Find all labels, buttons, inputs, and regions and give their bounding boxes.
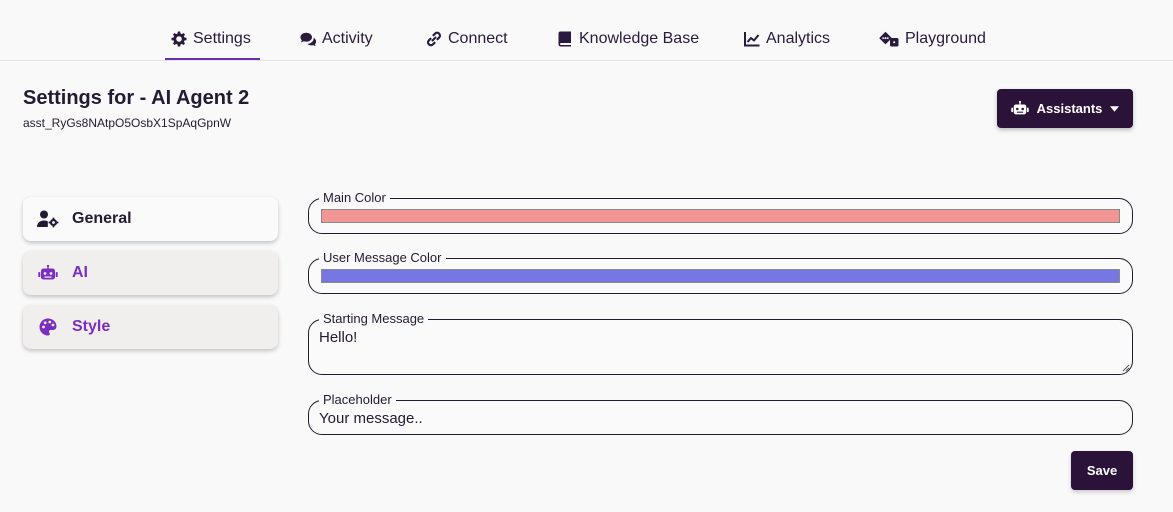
- tab-label: Settings: [193, 30, 251, 47]
- main-color-label: Main Color: [319, 190, 390, 206]
- top-navigation: Settings Activity Connect Knowledge Base…: [0, 0, 1173, 61]
- tab-label: Activity: [322, 30, 373, 47]
- user-message-color-field: User Message Color: [308, 250, 1133, 294]
- chart-line-icon: [744, 32, 760, 47]
- starting-message-field: Starting Message Hello!: [308, 311, 1133, 375]
- tab-playground[interactable]: Playground: [873, 22, 992, 60]
- starting-message-label: Starting Message: [319, 311, 429, 327]
- tab-label: Knowledge Base: [579, 30, 700, 47]
- save-button[interactable]: Save: [1071, 451, 1133, 490]
- placeholder-field: Placeholder Your message..: [308, 392, 1133, 435]
- sidebar-item-label: Style: [72, 318, 111, 335]
- sidebar-item-label: AI: [72, 264, 88, 281]
- sidebar-item-label: General: [72, 210, 132, 227]
- assistants-dropdown-button[interactable]: Assistants: [997, 89, 1133, 128]
- tab-connect[interactable]: Connect: [420, 22, 514, 60]
- user-gear-icon: [37, 210, 59, 228]
- assistants-label: Assistants: [1036, 101, 1103, 116]
- link-icon: [426, 31, 442, 47]
- tab-settings[interactable]: Settings: [165, 22, 260, 60]
- tab-label: Analytics: [766, 30, 831, 47]
- user-message-color-label: User Message Color: [319, 250, 446, 266]
- assistant-id: asst_RyGs8NAtpO5OsbX1SpAqGpnW: [23, 116, 232, 130]
- robot-icon: [37, 264, 59, 282]
- comments-icon: [300, 32, 316, 47]
- tab-knowledge-base[interactable]: Knowledge Base: [551, 22, 705, 60]
- tab-activity[interactable]: Activity: [294, 22, 379, 60]
- robot-icon: [1010, 101, 1029, 115]
- caret-down-icon: [1110, 105, 1120, 112]
- tab-label: Playground: [905, 30, 986, 47]
- starting-message-textarea[interactable]: Hello!: [319, 329, 357, 346]
- user-message-color-input[interactable]: [321, 269, 1120, 283]
- placeholder-label: Placeholder: [319, 392, 396, 408]
- sidebar-item-general[interactable]: General: [23, 197, 278, 241]
- main-color-input[interactable]: [321, 209, 1120, 223]
- tab-analytics[interactable]: Analytics: [738, 22, 836, 60]
- dice-icon: [879, 31, 899, 47]
- gear-icon: [171, 31, 187, 47]
- sidebar-item-ai[interactable]: AI: [23, 251, 278, 295]
- tab-label: Connect: [448, 30, 508, 47]
- book-icon: [558, 31, 571, 47]
- placeholder-input[interactable]: Your message..: [319, 410, 423, 427]
- page-title: Settings for - AI Agent 2: [23, 87, 250, 109]
- sidebar-item-style[interactable]: Style: [23, 305, 278, 349]
- palette-icon: [37, 318, 59, 336]
- resize-handle-icon[interactable]: [1122, 364, 1130, 372]
- main-color-field: Main Color: [308, 190, 1133, 234]
